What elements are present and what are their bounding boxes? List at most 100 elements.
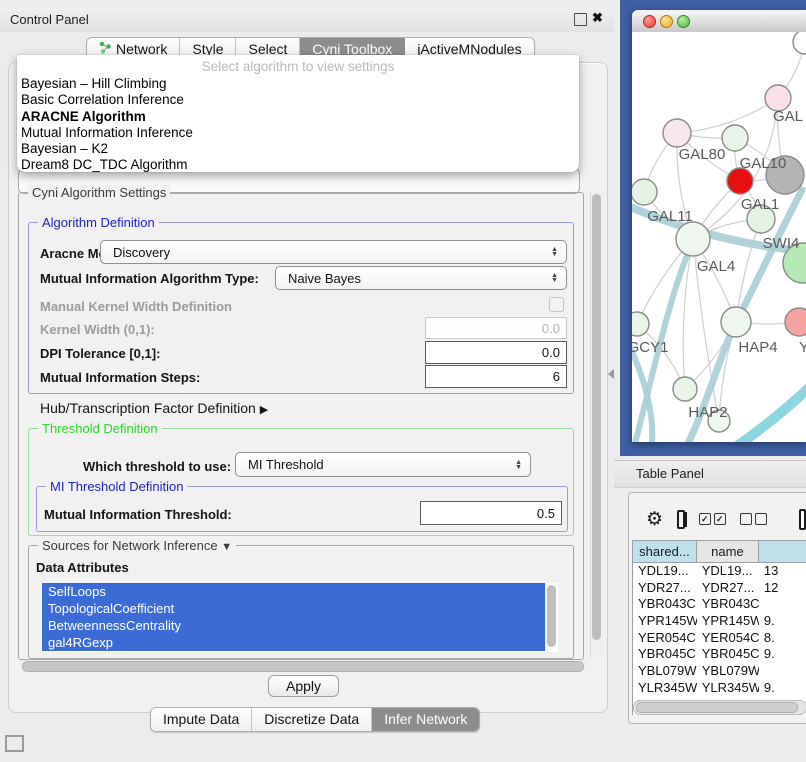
table-cell: YBR045C [633,646,697,663]
network-node-unlabeled[interactable] [793,32,806,54]
tab-infer-network[interactable]: Infer Network [372,708,479,731]
settings-vscrollbar-thumb[interactable] [592,194,601,640]
data-attributes-label: Data Attributes [36,560,129,575]
column-header-shared[interactable]: shared... [633,541,697,563]
list-scrollbar-thumb[interactable] [547,585,556,647]
manual-kernel-checkbox[interactable] [549,297,564,312]
network-node-label: Y [799,339,806,356]
table-cell: YER054C [633,630,697,647]
network-node-GAL11[interactable] [632,179,657,205]
table-cell: YDR27... [697,580,759,597]
stepper-icon: ▲▼ [551,247,558,257]
dropdown-option[interactable]: Bayesian – Hill Climbing [17,76,579,92]
which-threshold-combobox[interactable]: MI Threshold ▲▼ [235,452,531,477]
data-attributes-list[interactable]: SelfLoops TopologicalCoefficient Between… [42,583,545,652]
float-window-icon[interactable] [574,13,587,26]
close-icon[interactable]: ✖ [592,10,603,26]
tab-impute-data[interactable]: Impute Data [151,708,252,731]
list-item[interactable]: SelfLoops [42,583,545,600]
network-node-label: GAL1 [741,196,779,213]
network-node-GAL10[interactable] [722,125,748,151]
threshold-definition-title: Threshold Definition [38,421,162,436]
table-cell [759,663,806,680]
sources-title[interactable]: Sources for Network Inference ▼ [38,538,236,553]
network-edge-ribbon[interactable] [722,385,806,442]
column-header-name[interactable]: name [697,541,759,563]
table-toolbar: ⚙ ✓✓ [632,498,806,540]
table-cell: 9. [759,646,806,663]
table-hscrollbar-track[interactable] [633,700,806,715]
hub-definition-expander[interactable]: Hub/Transcription Factor Definition ▶ [40,400,268,416]
zoom-traffic-light[interactable] [677,15,690,28]
network-node-GCY1[interactable] [632,312,649,336]
apply-button[interactable]: Apply [268,675,339,697]
network-node-HAP2[interactable] [673,377,697,401]
kernel-width-field[interactable] [425,317,567,339]
unchecked-boxes-icon[interactable] [740,513,767,525]
tab-discretize-data[interactable]: Discretize Data [252,708,372,731]
mi-steps-field[interactable] [425,365,567,388]
network-node-HAP4[interactable] [721,307,751,337]
table-row[interactable]: YDR27...YDR27...12 [633,580,806,597]
dropdown-option-highlighted[interactable]: ARACNE Algorithm [17,109,579,125]
table-row[interactable]: YDL19...YDL19...13 [633,563,806,580]
aracne-mode-combobox[interactable]: Discovery ▲▼ [100,240,567,264]
network-node-GAL80[interactable] [663,119,691,147]
split-pane-collapse-icon[interactable] [608,369,614,379]
network-node-label: HAP2 [688,404,727,421]
table-row[interactable]: YPR145WYPR145W9. [633,613,806,630]
dropdown-option[interactable]: Basic Correlation Inference [17,92,579,108]
table-cell: 8. [759,630,806,647]
checked-boxes-icon[interactable]: ✓✓ [699,513,726,525]
settings-hscrollbar-track[interactable] [20,660,588,672]
network-edge[interactable] [736,219,761,322]
table-row[interactable]: YBL079WYBL079W [633,663,806,680]
chevron-down-icon: ▼ [221,541,232,553]
network-node-GAL4[interactable] [676,222,710,256]
table-cell: YLR345W [633,680,697,697]
network-window-titlebar[interactable] [632,10,806,33]
network-node-label: GAL [773,108,803,125]
table-body: YDL19...YDL19...13YDR27...YDR27...12YBR0… [633,563,806,713]
network-node-Y[interactable] [785,308,806,336]
mi-type-combobox[interactable]: Naive Bayes ▲▼ [275,266,567,290]
table-cell: YBR045C [697,646,759,663]
list-item[interactable]: BetweennessCentrality [42,617,545,634]
table-row[interactable]: YBR043CYBR043C [633,596,806,613]
table-cell: YPR145W [633,613,697,630]
table-row[interactable]: YLR345WYLR345W9. [633,680,806,697]
list-scrollbar-track[interactable] [546,583,558,652]
dropdown-option[interactable]: Bayesian – K2 [17,141,579,157]
network-node-label: GAL4 [697,258,735,275]
file-icon[interactable] [799,509,806,530]
control-panel-titlebar [0,8,614,32]
dropdown-option[interactable]: Dream8 DC_TDC Algorithm [17,157,579,173]
network-node-label: GAL80 [679,146,726,163]
list-item[interactable]: TopologicalCoefficient [42,600,545,617]
column-header-next[interactable] [759,541,806,563]
table-hscrollbar-thumb[interactable] [636,702,798,713]
dropdown-placeholder: Select algorithm to view settings [17,58,579,76]
network-graph: GALGAL80GAL10GAL1GAL11GAL4SWI4GCY1HAP4YH… [632,32,806,442]
dropdown-option[interactable]: Mutual Information Inference [17,125,579,141]
columns-icon[interactable] [677,510,685,529]
mi-threshold-field[interactable] [420,501,562,525]
kernel-width-label: Kernel Width (0,1): [40,322,155,337]
table-row[interactable]: YER054CYER054C8. [633,630,806,647]
network-node-label: HAP4 [738,339,777,356]
dpi-tolerance-field[interactable] [425,341,567,364]
minimize-traffic-light[interactable] [660,15,673,28]
table-row[interactable]: YBR045CYBR045C9. [633,646,806,663]
list-item[interactable]: gal4RGexp [42,634,545,651]
stepper-icon: ▲▼ [515,460,522,470]
table-cell: YBR043C [697,596,759,613]
network-canvas[interactable]: GALGAL80GAL10GAL1GAL11GAL4SWI4GCY1HAP4YH… [632,32,806,442]
table-cell: YER054C [697,630,759,647]
settings-hscrollbar-thumb[interactable] [22,661,584,672]
mini-window-icon[interactable] [5,735,24,752]
gear-icon[interactable]: ⚙ [646,510,663,529]
close-traffic-light[interactable] [643,15,656,28]
cyni-bottom-tabbar: Impute Data Discretize Data Infer Networ… [150,707,480,732]
table-cell: YBL079W [633,663,697,680]
settings-vscrollbar-track[interactable] [590,192,604,658]
